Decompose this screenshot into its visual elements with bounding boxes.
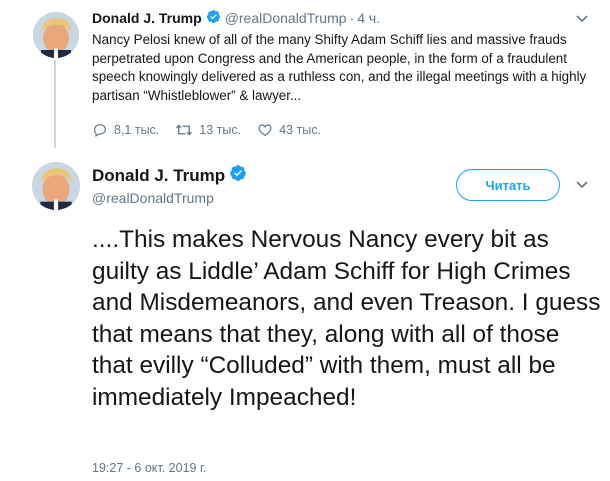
author-name[interactable]: Donald J. Trump (92, 166, 225, 186)
tweet-thread-page: Donald J. Trump @realDonaldTrump · 4 ч. … (0, 0, 610, 481)
replies-count: 8,1 тыс. (114, 123, 160, 137)
chevron-down-icon[interactable] (576, 176, 588, 194)
tweet-actions: 8,1 тыс. 13 тыс. 43 тыс. (92, 122, 337, 138)
reply-button[interactable]: 8,1 тыс. (92, 122, 159, 138)
separator-dot: · (349, 10, 355, 26)
follow-button[interactable]: Читать (456, 169, 560, 201)
tweet-timestamp[interactable]: 19:27 - 6 окт. 2019 г. (92, 461, 206, 475)
thread-connector-line (54, 60, 56, 148)
avatar[interactable] (32, 162, 80, 210)
author-name[interactable]: Donald J. Trump (92, 10, 202, 26)
reply-icon (94, 124, 106, 138)
heart-icon (258, 124, 272, 137)
retweet-button[interactable]: 13 тыс. (175, 122, 241, 138)
verified-badge-icon (229, 164, 247, 187)
reply-tweet-header: Donald J. Trump @realDonaldTrump · 4 ч. (92, 9, 380, 27)
avatar[interactable] (33, 12, 79, 58)
retweets-count: 13 тыс. (199, 123, 242, 137)
verified-badge-icon (206, 9, 221, 27)
author-handle[interactable]: @realDonaldTrump (92, 190, 214, 206)
chevron-down-icon[interactable] (576, 10, 588, 28)
author-handle[interactable]: @realDonaldTrump (225, 10, 347, 26)
reply-tweet-text: Nancy Pelosi knew of all of the many Shi… (92, 32, 587, 103)
time-ago[interactable]: 4 ч. (357, 10, 380, 26)
main-author-name-row: Donald J. Trump (92, 164, 247, 187)
retweet-icon (176, 124, 193, 136)
likes-count: 43 тыс. (279, 123, 321, 137)
main-tweet-text: ....This makes Nervous Nancy every bit a… (92, 226, 601, 411)
like-button[interactable]: 43 тыс. (257, 122, 321, 138)
